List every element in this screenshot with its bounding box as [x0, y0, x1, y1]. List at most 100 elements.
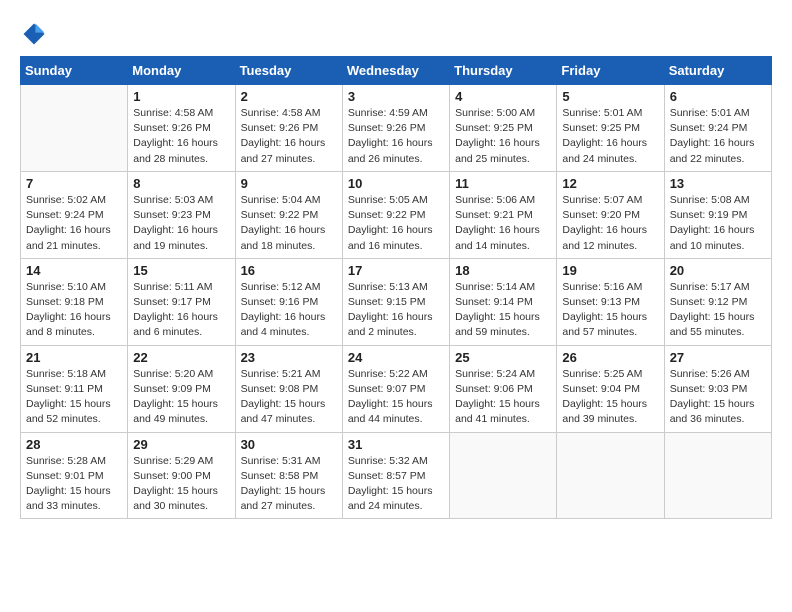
day-number: 24 [348, 350, 444, 365]
day-info: Sunrise: 5:02 AM Sunset: 9:24 PM Dayligh… [26, 193, 122, 254]
day-info: Sunrise: 5:25 AM Sunset: 9:04 PM Dayligh… [562, 367, 658, 428]
day-number: 10 [348, 176, 444, 191]
day-number: 9 [241, 176, 337, 191]
day-number: 29 [133, 437, 229, 452]
day-cell: 2 Sunrise: 4:58 AM Sunset: 9:26 PM Daylig… [235, 85, 342, 172]
day-info: Sunrise: 5:22 AM Sunset: 9:07 PM Dayligh… [348, 367, 444, 428]
day-cell: 31 Sunrise: 5:32 AM Sunset: 8:57 PM Dayli… [342, 432, 449, 519]
day-number: 11 [455, 176, 551, 191]
week-row-3: 14 Sunrise: 5:10 AM Sunset: 9:18 PM Dayli… [21, 258, 772, 345]
day-cell: 21Sunrise: 5:18 AM Sunset: 9:11 PM Dayli… [21, 345, 128, 432]
weekday-header-row: SundayMondayTuesdayWednesdayThursdayFrid… [21, 57, 772, 85]
day-cell: 22 Sunrise: 5:20 AM Sunset: 9:09 PM Dayli… [128, 345, 235, 432]
day-cell: 23 Sunrise: 5:21 AM Sunset: 9:08 PM Dayli… [235, 345, 342, 432]
weekday-header-friday: Friday [557, 57, 664, 85]
day-info: Sunrise: 5:26 AM Sunset: 9:03 PM Dayligh… [670, 367, 766, 428]
weekday-header-sunday: Sunday [21, 57, 128, 85]
day-info: Sunrise: 5:14 AM Sunset: 9:14 PM Dayligh… [455, 280, 551, 341]
day-info: Sunrise: 5:17 AM Sunset: 9:12 PM Dayligh… [670, 280, 766, 341]
day-number: 27 [670, 350, 766, 365]
day-info: Sunrise: 4:59 AM Sunset: 9:26 PM Dayligh… [348, 106, 444, 167]
day-cell: 15 Sunrise: 5:11 AM Sunset: 9:17 PM Dayli… [128, 258, 235, 345]
week-row-5: 28 Sunrise: 5:28 AM Sunset: 9:01 PM Dayli… [21, 432, 772, 519]
day-info: Sunrise: 5:05 AM Sunset: 9:22 PM Dayligh… [348, 193, 444, 254]
day-cell: 24 Sunrise: 5:22 AM Sunset: 9:07 PM Dayli… [342, 345, 449, 432]
day-info: Sunrise: 5:20 AM Sunset: 9:09 PM Dayligh… [133, 367, 229, 428]
day-info: Sunrise: 5:11 AM Sunset: 9:17 PM Dayligh… [133, 280, 229, 341]
day-info: Sunrise: 5:01 AM Sunset: 9:24 PM Dayligh… [670, 106, 766, 167]
weekday-header-saturday: Saturday [664, 57, 771, 85]
day-cell: 6 Sunrise: 5:01 AM Sunset: 9:24 PM Daylig… [664, 85, 771, 172]
day-number: 22 [133, 350, 229, 365]
day-cell: 11 Sunrise: 5:06 AM Sunset: 9:21 PM Dayli… [450, 171, 557, 258]
day-info: Sunrise: 5:10 AM Sunset: 9:18 PM Dayligh… [26, 280, 122, 341]
day-number: 26 [562, 350, 658, 365]
day-number: 7 [26, 176, 122, 191]
day-cell: 14 Sunrise: 5:10 AM Sunset: 9:18 PM Dayli… [21, 258, 128, 345]
day-info: Sunrise: 5:18 AM Sunset: 9:11 PM Dayligh… [26, 367, 122, 428]
day-info: Sunrise: 5:13 AM Sunset: 9:15 PM Dayligh… [348, 280, 444, 341]
day-number: 14 [26, 263, 122, 278]
day-number: 3 [348, 89, 444, 104]
week-row-2: 7 Sunrise: 5:02 AM Sunset: 9:24 PM Daylig… [21, 171, 772, 258]
day-cell: 8Sunrise: 5:03 AM Sunset: 9:23 PM Daylig… [128, 171, 235, 258]
day-cell: 10 Sunrise: 5:05 AM Sunset: 9:22 PM Dayli… [342, 171, 449, 258]
day-info: Sunrise: 5:28 AM Sunset: 9:01 PM Dayligh… [26, 454, 122, 515]
day-info: Sunrise: 5:16 AM Sunset: 9:13 PM Dayligh… [562, 280, 658, 341]
day-info: Sunrise: 5:08 AM Sunset: 9:19 PM Dayligh… [670, 193, 766, 254]
day-cell: 4 Sunrise: 5:00 AM Sunset: 9:25 PM Daylig… [450, 85, 557, 172]
weekday-header-monday: Monday [128, 57, 235, 85]
day-cell: 13 Sunrise: 5:08 AM Sunset: 9:19 PM Dayli… [664, 171, 771, 258]
logo-icon [20, 20, 48, 48]
day-cell [664, 432, 771, 519]
day-info: Sunrise: 5:03 AM Sunset: 9:23 PM Dayligh… [133, 193, 229, 254]
day-info: Sunrise: 5:32 AM Sunset: 8:57 PM Dayligh… [348, 454, 444, 515]
day-cell: 17 Sunrise: 5:13 AM Sunset: 9:15 PM Dayli… [342, 258, 449, 345]
day-cell: 20 Sunrise: 5:17 AM Sunset: 9:12 PM Dayli… [664, 258, 771, 345]
day-info: Sunrise: 5:01 AM Sunset: 9:25 PM Dayligh… [562, 106, 658, 167]
day-number: 12 [562, 176, 658, 191]
page-header [20, 20, 772, 48]
day-info: Sunrise: 5:21 AM Sunset: 9:08 PM Dayligh… [241, 367, 337, 428]
day-cell: 28 Sunrise: 5:28 AM Sunset: 9:01 PM Dayli… [21, 432, 128, 519]
day-number: 25 [455, 350, 551, 365]
day-number: 5 [562, 89, 658, 104]
day-info: Sunrise: 5:31 AM Sunset: 8:58 PM Dayligh… [241, 454, 337, 515]
day-number: 2 [241, 89, 337, 104]
day-number: 1 [133, 89, 229, 104]
week-row-4: 21Sunrise: 5:18 AM Sunset: 9:11 PM Dayli… [21, 345, 772, 432]
day-number: 16 [241, 263, 337, 278]
day-cell [557, 432, 664, 519]
day-number: 6 [670, 89, 766, 104]
day-number: 17 [348, 263, 444, 278]
day-info: Sunrise: 5:06 AM Sunset: 9:21 PM Dayligh… [455, 193, 551, 254]
day-cell: 9 Sunrise: 5:04 AM Sunset: 9:22 PM Daylig… [235, 171, 342, 258]
day-cell: 27 Sunrise: 5:26 AM Sunset: 9:03 PM Dayli… [664, 345, 771, 432]
day-info: Sunrise: 5:00 AM Sunset: 9:25 PM Dayligh… [455, 106, 551, 167]
day-cell: 25Sunrise: 5:24 AM Sunset: 9:06 PM Dayli… [450, 345, 557, 432]
day-cell [450, 432, 557, 519]
day-number: 15 [133, 263, 229, 278]
day-cell: 18Sunrise: 5:14 AM Sunset: 9:14 PM Dayli… [450, 258, 557, 345]
day-info: Sunrise: 4:58 AM Sunset: 9:26 PM Dayligh… [241, 106, 337, 167]
week-row-1: 1 Sunrise: 4:58 AM Sunset: 9:26 PM Daylig… [21, 85, 772, 172]
day-cell: 29 Sunrise: 5:29 AM Sunset: 9:00 PM Dayli… [128, 432, 235, 519]
day-cell [21, 85, 128, 172]
day-number: 23 [241, 350, 337, 365]
day-info: Sunrise: 5:29 AM Sunset: 9:00 PM Dayligh… [133, 454, 229, 515]
day-number: 31 [348, 437, 444, 452]
day-info: Sunrise: 5:07 AM Sunset: 9:20 PM Dayligh… [562, 193, 658, 254]
day-info: Sunrise: 5:04 AM Sunset: 9:22 PM Dayligh… [241, 193, 337, 254]
logo [20, 20, 52, 48]
calendar-table: SundayMondayTuesdayWednesdayThursdayFrid… [20, 56, 772, 519]
day-number: 28 [26, 437, 122, 452]
day-info: Sunrise: 5:12 AM Sunset: 9:16 PM Dayligh… [241, 280, 337, 341]
day-number: 13 [670, 176, 766, 191]
day-cell: 5 Sunrise: 5:01 AM Sunset: 9:25 PM Daylig… [557, 85, 664, 172]
day-cell: 7 Sunrise: 5:02 AM Sunset: 9:24 PM Daylig… [21, 171, 128, 258]
day-number: 20 [670, 263, 766, 278]
day-cell: 26 Sunrise: 5:25 AM Sunset: 9:04 PM Dayli… [557, 345, 664, 432]
weekday-header-wednesday: Wednesday [342, 57, 449, 85]
day-number: 4 [455, 89, 551, 104]
day-cell: 16 Sunrise: 5:12 AM Sunset: 9:16 PM Dayli… [235, 258, 342, 345]
